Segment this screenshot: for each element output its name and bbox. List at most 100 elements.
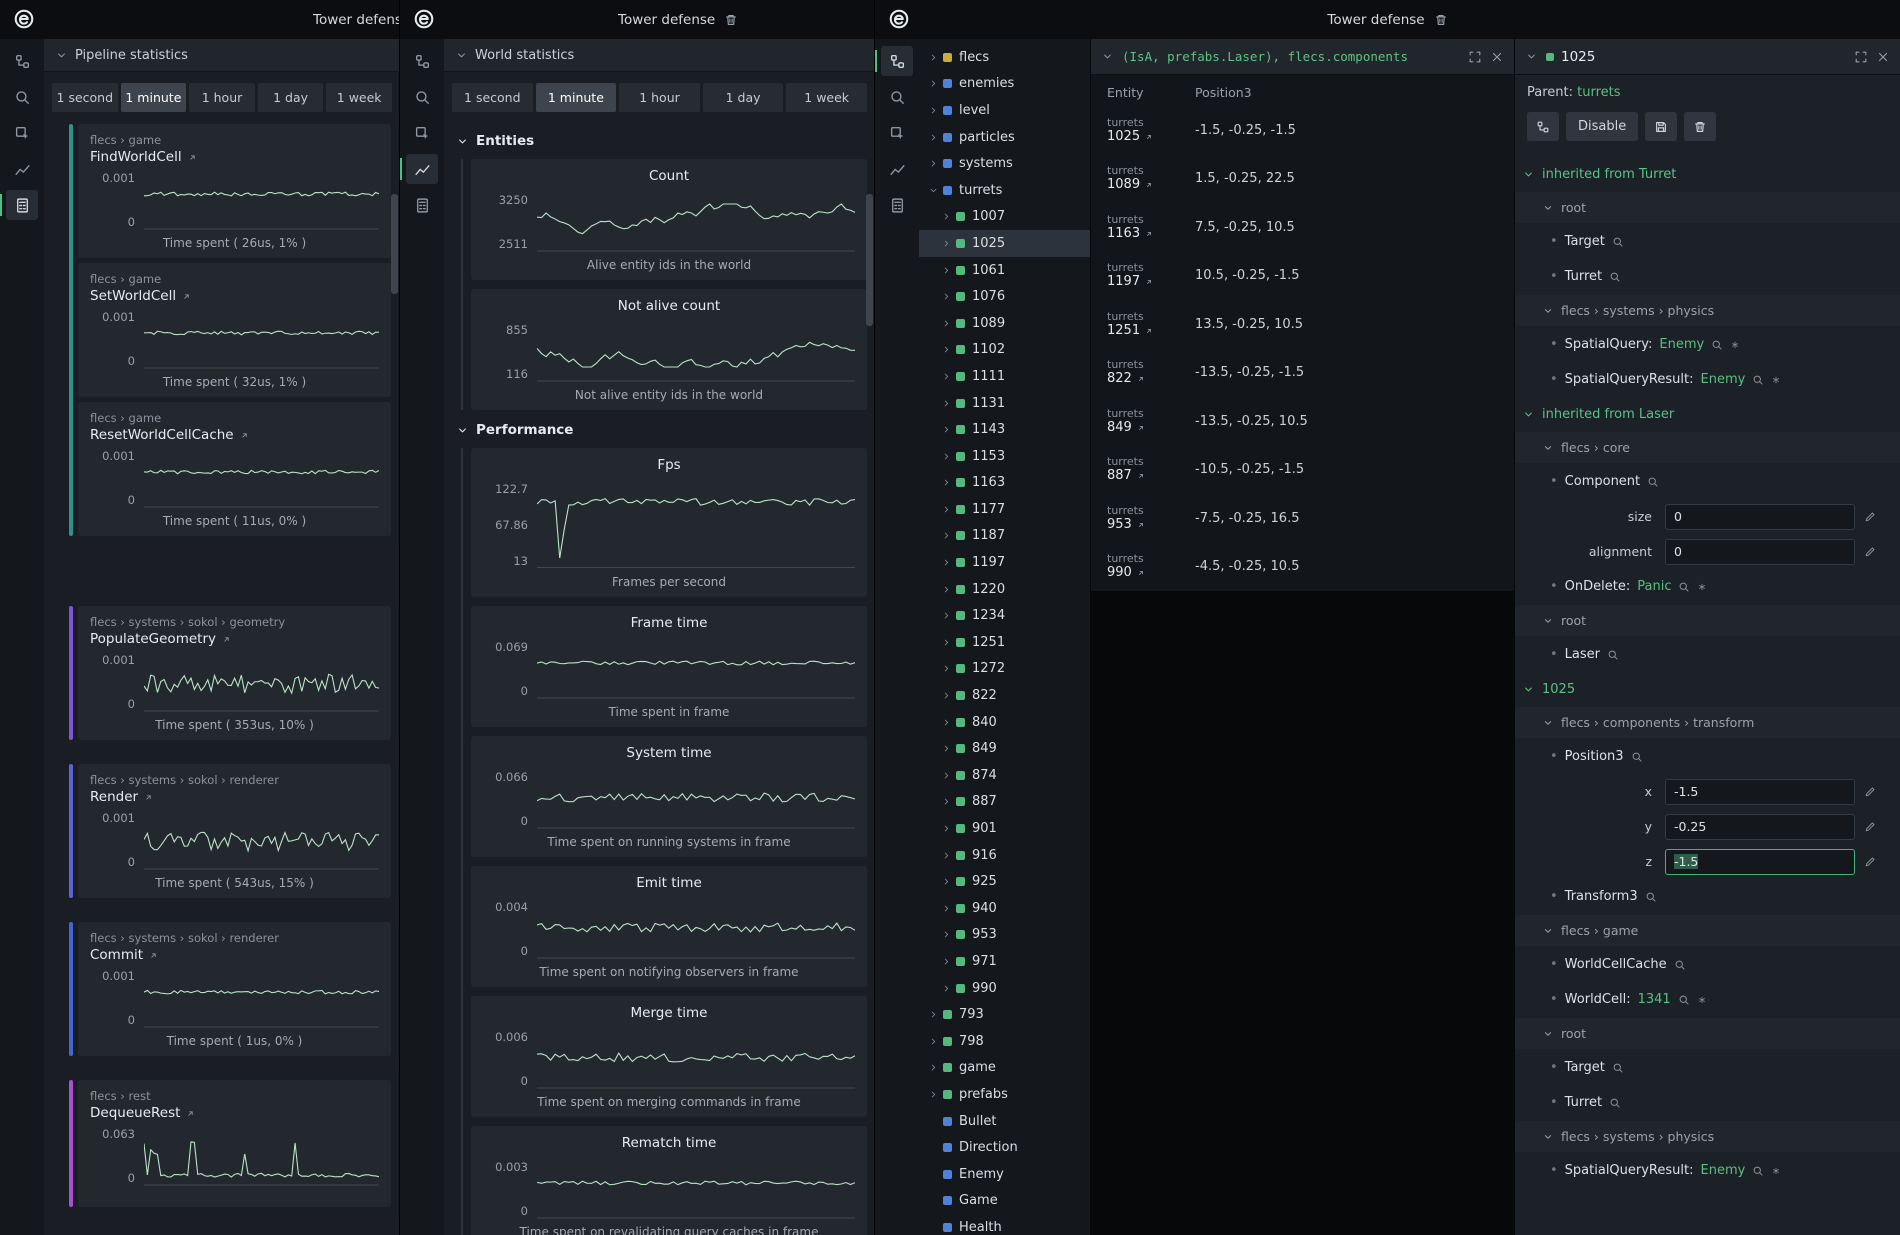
sidebar-tree-button[interactable] <box>881 46 913 76</box>
tree-item-953[interactable]: 953 <box>919 922 1090 949</box>
entity-link[interactable]: 1163 <box>1107 226 1195 242</box>
field-input-alignment[interactable]: 0 <box>1665 539 1855 565</box>
tab-1-second[interactable]: 1 second <box>452 83 533 112</box>
tree-item-849[interactable]: 849 <box>919 735 1090 762</box>
chevron-right-icon[interactable] <box>940 796 953 807</box>
chevron-right-icon[interactable] <box>927 1036 940 1047</box>
inspector-component-row[interactable]: •SpatialQueryResult:Enemy <box>1515 1153 1900 1188</box>
query-result-row[interactable]: turrets887-10.5, -0.25, -1.5 <box>1091 446 1514 495</box>
show-in-tree-button[interactable] <box>1527 112 1559 141</box>
tree-item-1025[interactable]: 1025 <box>919 230 1090 257</box>
inspector-section-header[interactable]: 1025 <box>1515 672 1900 706</box>
tree-item-1131[interactable]: 1131 <box>919 390 1090 417</box>
tree-item-822[interactable]: 822 <box>919 682 1090 709</box>
disable-button[interactable]: Disable <box>1566 112 1638 141</box>
tree-item-1089[interactable]: 1089 <box>919 310 1090 337</box>
tree-item-916[interactable]: 916 <box>919 842 1090 869</box>
edit-icon[interactable] <box>1864 546 1876 558</box>
magnifier-icon[interactable] <box>1711 339 1723 351</box>
field-input-x[interactable]: -1.5 <box>1665 779 1855 805</box>
field-input-size[interactable]: 0 <box>1665 504 1855 530</box>
tab-1-hour[interactable]: 1 hour <box>189 83 255 112</box>
chevron-down-icon[interactable] <box>927 185 940 196</box>
edit-icon[interactable] <box>1864 821 1876 833</box>
sidebar-stats-button[interactable] <box>6 190 38 220</box>
fullscreen-icon[interactable] <box>1468 50 1482 64</box>
save-button[interactable] <box>1645 112 1677 141</box>
magnifier-icon[interactable] <box>1678 994 1690 1006</box>
asterisk-icon[interactable] <box>1697 582 1707 592</box>
tree-item-798[interactable]: 798 <box>919 1028 1090 1055</box>
query-result-row[interactable]: turrets125113.5, -0.25, 10.5 <box>1091 300 1514 349</box>
query-result-row[interactable]: turrets1025-1.5, -0.25, -1.5 <box>1091 106 1514 155</box>
chevron-right-icon[interactable] <box>940 291 953 302</box>
chevron-right-icon[interactable] <box>940 983 953 994</box>
inspector-component-row[interactable]: •WorldCell:1341 <box>1515 982 1900 1017</box>
tab-1-minute[interactable]: 1 minute <box>536 83 617 112</box>
chevron-right-icon[interactable] <box>940 823 953 834</box>
chevron-right-icon[interactable] <box>940 238 953 249</box>
chevron-right-icon[interactable] <box>940 371 953 382</box>
stat-name-link[interactable]: Commit <box>90 947 379 964</box>
inspector-section-header[interactable]: inherited from Laser <box>1515 397 1900 431</box>
sidebar-inspect-button[interactable] <box>881 118 913 148</box>
chevron-right-icon[interactable] <box>927 1089 940 1100</box>
magnifier-icon[interactable] <box>1612 1062 1624 1074</box>
magnifier-icon[interactable] <box>1752 374 1764 386</box>
chevron-right-icon[interactable] <box>940 876 953 887</box>
tree-item-Direction[interactable]: Direction <box>919 1134 1090 1161</box>
chevron-right-icon[interactable] <box>940 398 953 409</box>
entity-link[interactable]: 1025 <box>1107 129 1195 145</box>
chevron-right-icon[interactable] <box>940 265 953 276</box>
tree-item-971[interactable]: 971 <box>919 948 1090 975</box>
inspector-component-row[interactable]: •Target <box>1515 1050 1900 1085</box>
tree-item-flecs[interactable]: flecs <box>919 44 1090 71</box>
tab-1-minute[interactable]: 1 minute <box>121 83 187 112</box>
component-value-link[interactable]: Enemy <box>1701 1163 1746 1178</box>
edit-icon[interactable] <box>1864 511 1876 523</box>
asterisk-icon[interactable] <box>1697 995 1707 1005</box>
chevron-right-icon[interactable] <box>940 557 953 568</box>
magnifier-icon[interactable] <box>1607 649 1619 661</box>
chevron-right-icon[interactable] <box>927 105 940 116</box>
tree-item-1143[interactable]: 1143 <box>919 416 1090 443</box>
inspector-section-header[interactable]: inherited from Turret <box>1515 157 1900 191</box>
inspector-component-row[interactable]: •Target <box>1515 224 1900 259</box>
query-result-row[interactable]: turrets11637.5, -0.25, 10.5 <box>1091 203 1514 252</box>
tree-item-1272[interactable]: 1272 <box>919 656 1090 683</box>
inspector-component-row[interactable]: •Component <box>1515 464 1900 499</box>
close-icon[interactable] <box>1876 50 1890 64</box>
inspector-component-row[interactable]: •SpatialQuery:Enemy <box>1515 327 1900 362</box>
tree-item-1007[interactable]: 1007 <box>919 204 1090 231</box>
stat-name-link[interactable]: DequeueRest <box>90 1105 379 1122</box>
entity-link[interactable]: 822 <box>1107 371 1195 387</box>
inspector-group-header[interactable]: flecs › systems › physics <box>1515 295 1900 326</box>
magnifier-icon[interactable] <box>1678 581 1690 593</box>
tree-item-1163[interactable]: 1163 <box>919 470 1090 497</box>
stat-name-link[interactable]: ResetWorldCellCache <box>90 427 379 444</box>
tab-1-week[interactable]: 1 week <box>786 83 867 112</box>
inspector-component-row[interactable]: •Transform3 <box>1515 879 1900 914</box>
section-header-performance[interactable]: Performance <box>454 410 867 448</box>
chevron-right-icon[interactable] <box>940 451 953 462</box>
tree-item-level[interactable]: level <box>919 97 1090 124</box>
tree-item-925[interactable]: 925 <box>919 868 1090 895</box>
sidebar-chart-button[interactable] <box>881 154 913 184</box>
chevron-right-icon[interactable] <box>940 663 953 674</box>
tree-item-1177[interactable]: 1177 <box>919 496 1090 523</box>
tree-item-systems[interactable]: systems <box>919 150 1090 177</box>
tree-item-1220[interactable]: 1220 <box>919 576 1090 603</box>
sidebar-inspect-button[interactable] <box>406 118 438 148</box>
sidebar-tree-button[interactable] <box>406 46 438 76</box>
chevron-right-icon[interactable] <box>940 530 953 541</box>
chevron-right-icon[interactable] <box>927 1009 940 1020</box>
chevron-right-icon[interactable] <box>940 610 953 621</box>
trash-icon[interactable] <box>1434 13 1448 27</box>
tab-1-second[interactable]: 1 second <box>52 83 118 112</box>
entity-link[interactable]: 1251 <box>1107 323 1195 339</box>
section-header-entities[interactable]: Entities <box>454 121 867 159</box>
tree-item-Health[interactable]: Health <box>919 1214 1090 1235</box>
chevron-right-icon[interactable] <box>927 78 940 89</box>
inspector-group-header[interactable]: root <box>1515 605 1900 636</box>
query-result-row[interactable]: turrets990-4.5, -0.25, 10.5 <box>1091 543 1514 592</box>
